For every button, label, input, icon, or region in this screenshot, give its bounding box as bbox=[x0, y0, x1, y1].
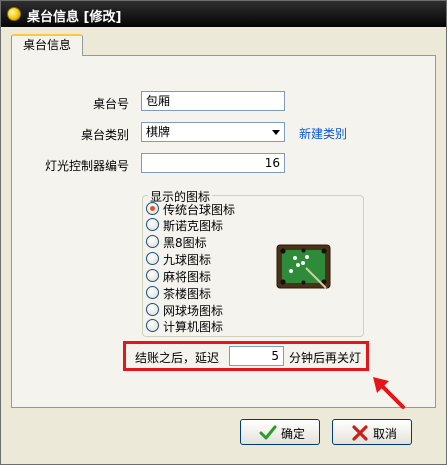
icon-groupbox: 显示的图标 传统台球图标 斯诺克图标 黑8图标 九球图标 麻将图标 茶楼图标 网… bbox=[142, 188, 364, 337]
radio-button[interactable] bbox=[146, 202, 159, 215]
table-no-label: 桌台号 bbox=[92, 97, 129, 111]
light-controller-label: 灯光控制器编号 bbox=[44, 159, 129, 173]
annotation-arrow-icon bbox=[373, 377, 405, 409]
ok-button[interactable]: 确定 bbox=[240, 419, 320, 445]
annotation-highlight-box bbox=[123, 341, 369, 371]
app-icon bbox=[7, 7, 21, 21]
radio-label: 麻将图标 bbox=[163, 270, 212, 284]
checkmark-icon bbox=[259, 425, 277, 440]
cancel-button-label: 取消 bbox=[373, 427, 398, 441]
light-controller-input[interactable]: 16 bbox=[141, 153, 285, 173]
new-category-link[interactable]: 新建类别 bbox=[299, 125, 347, 142]
radio-label: 茶楼图标 bbox=[163, 287, 212, 301]
radio-label: 网球场图标 bbox=[163, 304, 224, 318]
radio-button[interactable] bbox=[146, 319, 159, 332]
chevron-down-icon[interactable] bbox=[272, 130, 280, 135]
table-no-input[interactable]: 包厢 bbox=[141, 91, 285, 111]
radio-label: 黑8图标 bbox=[163, 236, 207, 250]
radio-label: 斯诺克图标 bbox=[163, 219, 224, 233]
window-title: 桌台信息 [修改] bbox=[27, 10, 122, 25]
dialog-window: 桌台信息 [修改] 桌台信息 桌台号 包厢 桌台类别 棋牌 新建类别 灯光控制器… bbox=[0, 0, 447, 465]
radio-button[interactable] bbox=[146, 218, 159, 231]
radio-button[interactable] bbox=[146, 303, 159, 316]
radio-button[interactable] bbox=[146, 252, 159, 265]
radio-label: 九球图标 bbox=[163, 253, 212, 267]
radio-label: 传统台球图标 bbox=[163, 203, 236, 217]
category-select[interactable]: 棋牌 bbox=[141, 122, 285, 142]
cancel-button[interactable]: 取消 bbox=[332, 419, 412, 445]
tab-table-info[interactable]: 桌台信息 bbox=[11, 34, 83, 56]
radio-button[interactable] bbox=[146, 269, 159, 282]
title-bar[interactable]: 桌台信息 [修改] bbox=[1, 1, 446, 27]
close-icon bbox=[352, 425, 368, 441]
radio-button[interactable] bbox=[146, 235, 159, 248]
billiard-table-icon bbox=[276, 244, 331, 289]
ok-button-label: 确定 bbox=[281, 427, 306, 441]
radio-label: 计算机图标 bbox=[163, 320, 224, 334]
category-selected-value: 棋牌 bbox=[146, 125, 171, 139]
category-label: 桌台类别 bbox=[80, 128, 129, 142]
radio-button[interactable] bbox=[146, 286, 159, 299]
